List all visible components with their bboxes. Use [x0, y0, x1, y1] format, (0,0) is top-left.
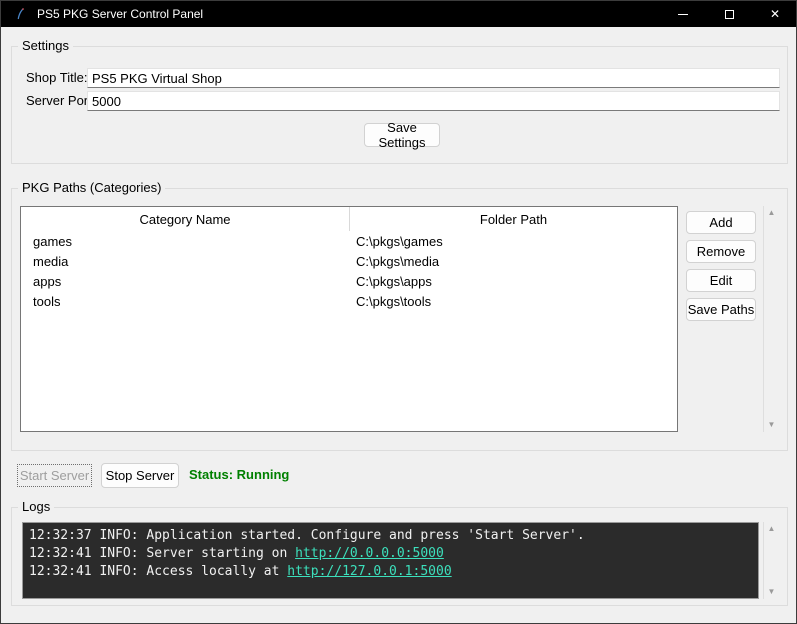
log-link[interactable]: http://127.0.0.1:5000 — [287, 564, 451, 579]
scroll-down-icon[interactable]: ▼ — [768, 588, 776, 596]
close-button[interactable]: ✕ — [752, 1, 797, 27]
category-cell: apps — [21, 271, 350, 291]
table-scrollbar[interactable]: ▲ ▼ — [763, 206, 779, 432]
log-link[interactable]: http://0.0.0.0:5000 — [295, 546, 444, 561]
log-line: 12:32:41 INFO: Server starting on http:/… — [29, 545, 752, 563]
start-server-button[interactable]: Start Server — [17, 464, 92, 487]
scroll-up-icon[interactable]: ▲ — [768, 525, 776, 533]
log-line: 12:32:37 INFO: Application started. Conf… — [29, 527, 752, 545]
status-badge: Status: Running — [189, 467, 289, 482]
log-text: 12:32:41 INFO: Access locally at — [29, 564, 287, 579]
table-row[interactable]: games C:\pkgs\games — [21, 231, 677, 251]
app-window: PS5 PKG Server Control Panel ✕ Settings … — [0, 0, 797, 624]
column-header-path[interactable]: Folder Path — [350, 207, 677, 231]
window-controls: ✕ — [660, 1, 797, 27]
close-icon: ✕ — [770, 8, 780, 20]
path-cell: C:\pkgs\media — [350, 251, 677, 271]
pkg-paths-group-label: PKG Paths (Categories) — [18, 180, 165, 196]
log-text: 12:32:37 INFO: Application started. Conf… — [29, 528, 585, 543]
log-scrollbar[interactable]: ▲ ▼ — [763, 522, 779, 599]
category-cell: media — [21, 251, 350, 271]
server-port-label: Server Port: — [26, 91, 95, 111]
remove-button[interactable]: Remove — [686, 240, 756, 263]
path-cell: C:\pkgs\tools — [350, 291, 677, 311]
table-row[interactable]: apps C:\pkgs\apps — [21, 271, 677, 291]
logs-group: Logs 12:32:37 INFO: Application started.… — [11, 507, 788, 606]
log-console[interactable]: 12:32:37 INFO: Application started. Conf… — [22, 522, 759, 599]
stop-server-button[interactable]: Stop Server — [101, 463, 179, 488]
save-settings-button[interactable]: Save Settings — [364, 123, 440, 147]
titlebar[interactable]: PS5 PKG Server Control Panel ✕ — [1, 1, 797, 27]
tk-feather-icon — [13, 6, 27, 22]
pkg-paths-group: PKG Paths (Categories) Category Name Fol… — [11, 188, 788, 451]
logs-group-label: Logs — [18, 499, 54, 515]
save-paths-button[interactable]: Save Paths — [686, 298, 756, 321]
add-button[interactable]: Add — [686, 211, 756, 234]
pkg-paths-table: Category Name Folder Path games C:\pkgs\… — [20, 206, 678, 432]
settings-group-label: Settings — [18, 38, 73, 54]
table-row[interactable]: tools C:\pkgs\tools — [21, 291, 677, 311]
scroll-down-icon[interactable]: ▼ — [768, 421, 776, 429]
path-cell: C:\pkgs\apps — [350, 271, 677, 291]
table-row[interactable]: media C:\pkgs\media — [21, 251, 677, 271]
window-title: PS5 PKG Server Control Panel — [37, 7, 203, 21]
shop-title-label: Shop Title: — [26, 68, 87, 88]
edit-button[interactable]: Edit — [686, 269, 756, 292]
category-cell: games — [21, 231, 350, 251]
shop-title-input[interactable] — [87, 68, 780, 88]
log-line: 12:32:41 INFO: Access locally at http://… — [29, 563, 752, 581]
minimize-button[interactable] — [660, 1, 706, 27]
maximize-icon — [725, 10, 734, 19]
path-cell: C:\pkgs\games — [350, 231, 677, 251]
log-text: 12:32:41 INFO: Server starting on — [29, 546, 295, 561]
settings-group: Settings Shop Title: Server Port: Save S… — [11, 46, 788, 164]
column-header-category[interactable]: Category Name — [21, 207, 350, 231]
table-header-row: Category Name Folder Path — [21, 207, 677, 231]
server-port-input[interactable] — [87, 91, 780, 111]
category-cell: tools — [21, 291, 350, 311]
scroll-up-icon[interactable]: ▲ — [768, 209, 776, 217]
maximize-button[interactable] — [706, 1, 752, 27]
minimize-icon — [678, 14, 688, 15]
